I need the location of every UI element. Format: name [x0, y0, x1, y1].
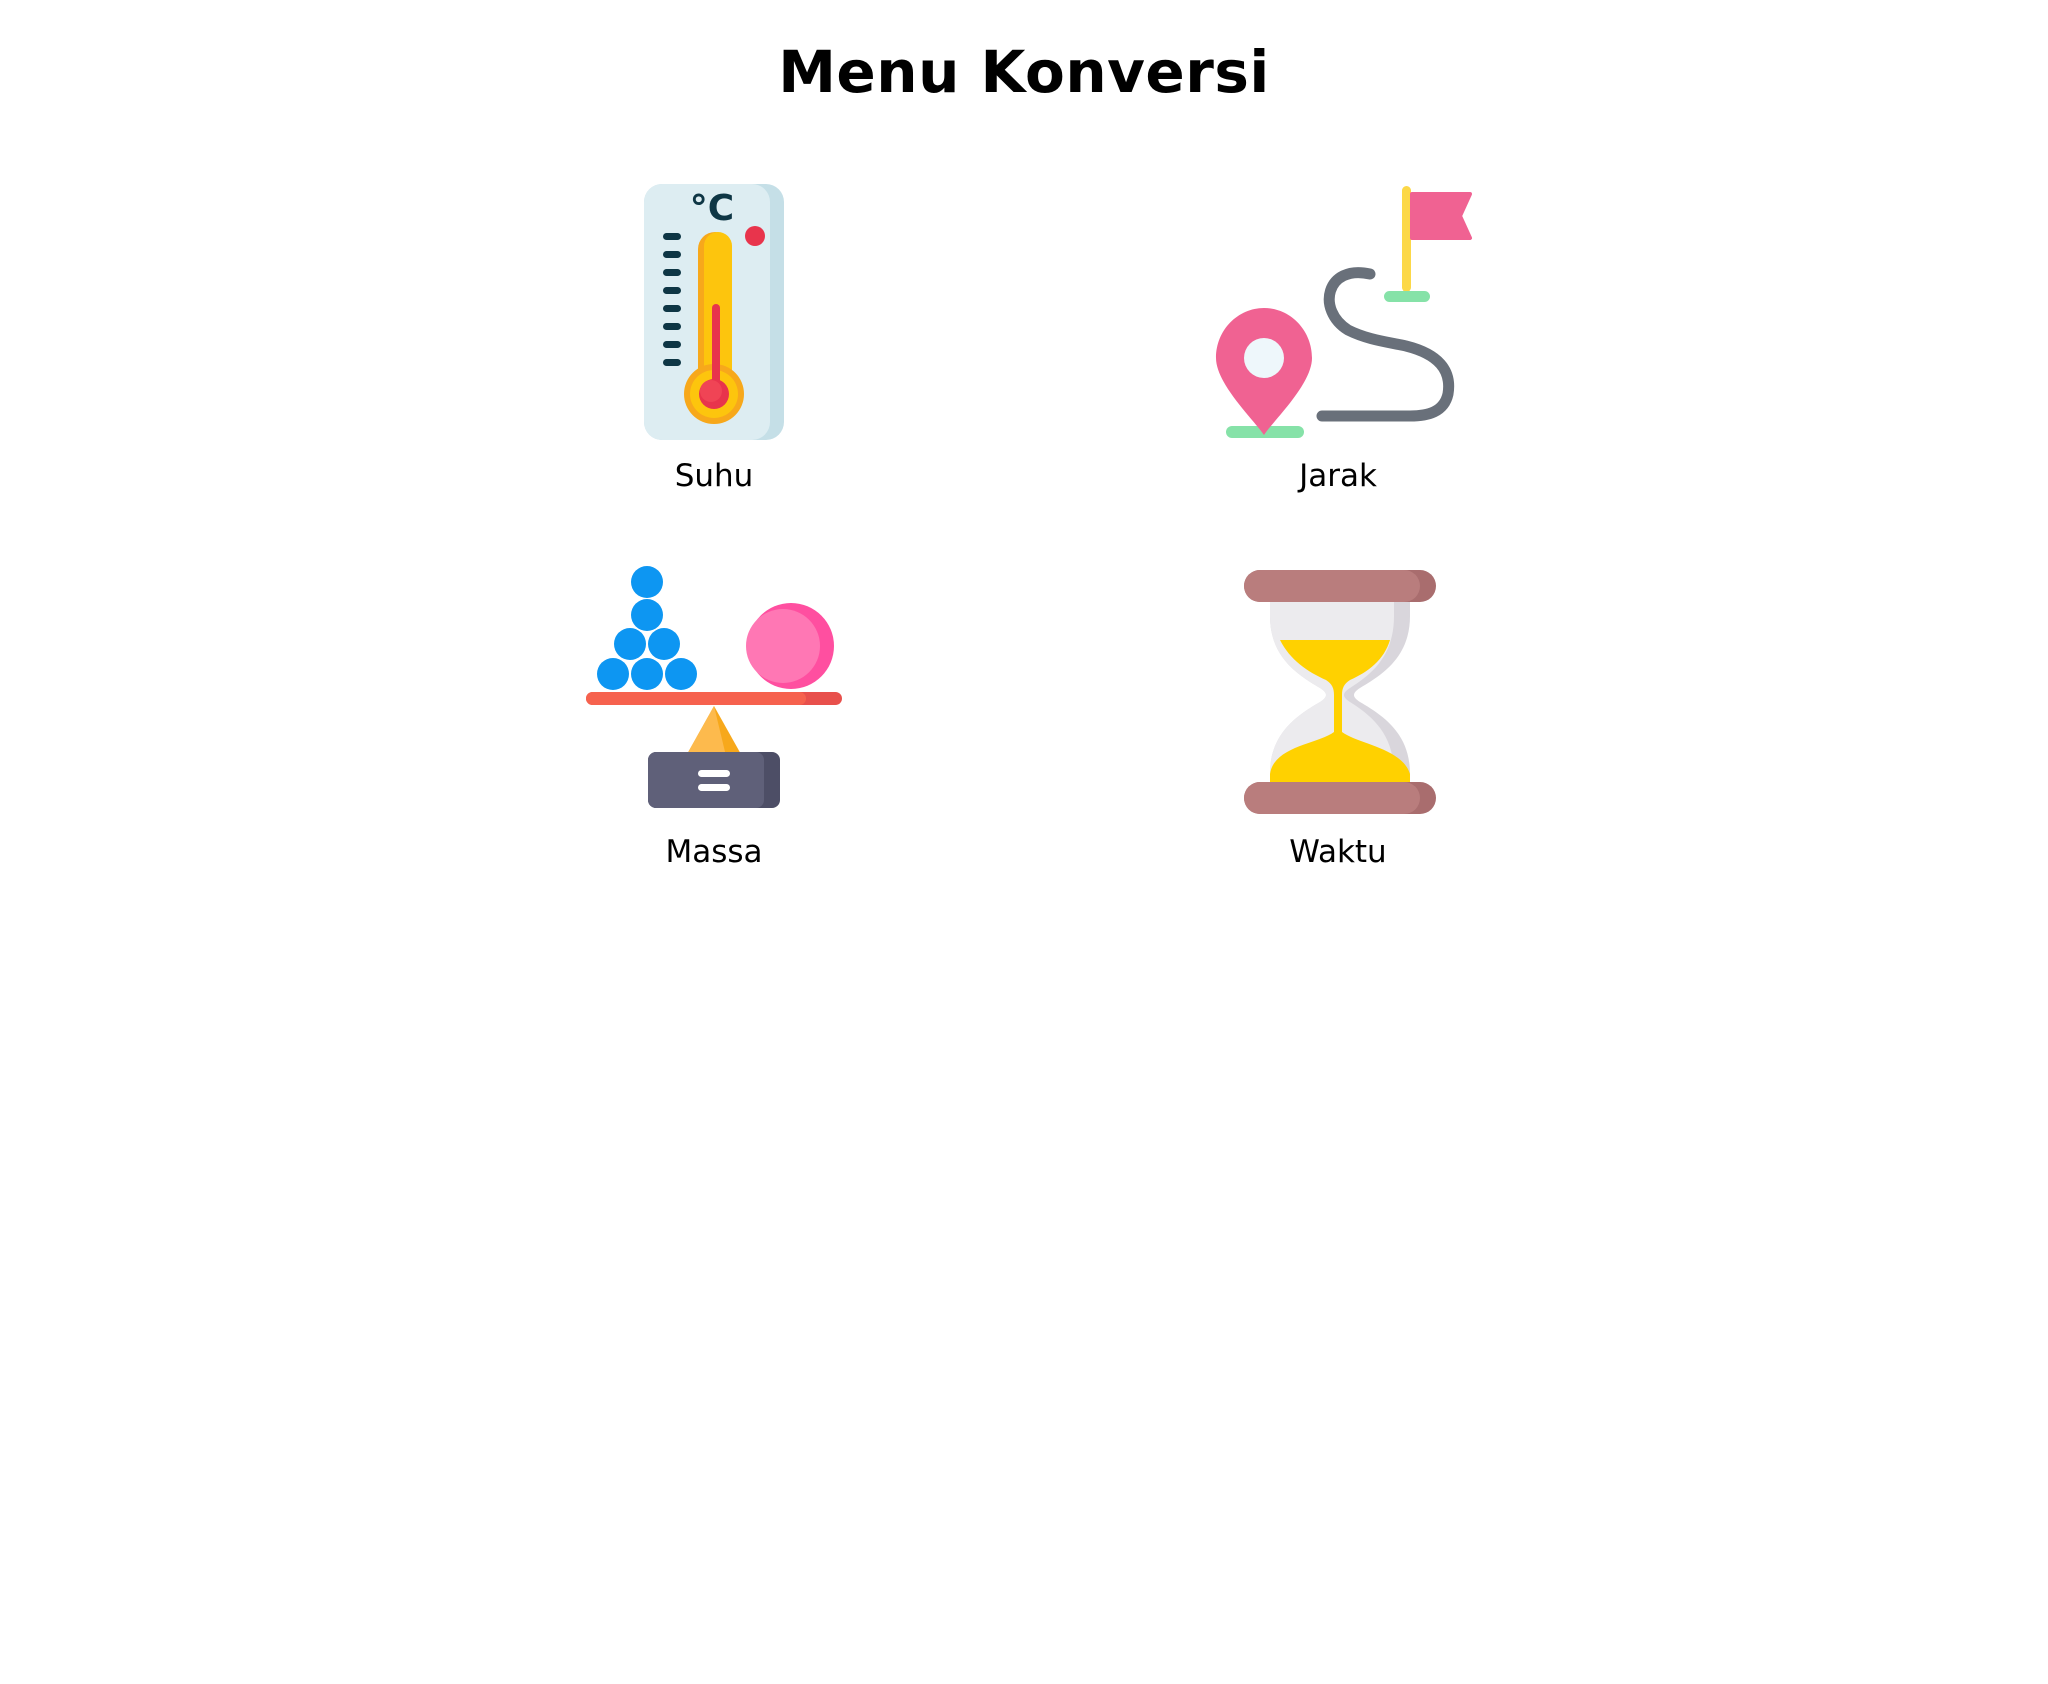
menu-item-massa[interactable]: Massa [564, 556, 864, 886]
route-icon [1216, 186, 1472, 438]
balance-scale-icon [586, 566, 842, 808]
hourglass-icon [1244, 570, 1436, 814]
menu-label-suhu: Suhu [674, 458, 754, 494]
menu-item-waktu[interactable]: Waktu [1188, 556, 1488, 886]
menu-item-suhu[interactable]: °C Suhu [564, 180, 864, 510]
menu-label-waktu: Waktu [1289, 834, 1387, 870]
menu-label-jarak: Jarak [1299, 458, 1377, 494]
thermometer-icon: °C [644, 184, 784, 440]
svg-text:°C: °C [690, 188, 734, 229]
menu-label-massa: Massa [665, 834, 763, 870]
menu-item-jarak[interactable]: Jarak [1188, 180, 1488, 510]
page-title: Menu Konversi [778, 38, 1270, 106]
